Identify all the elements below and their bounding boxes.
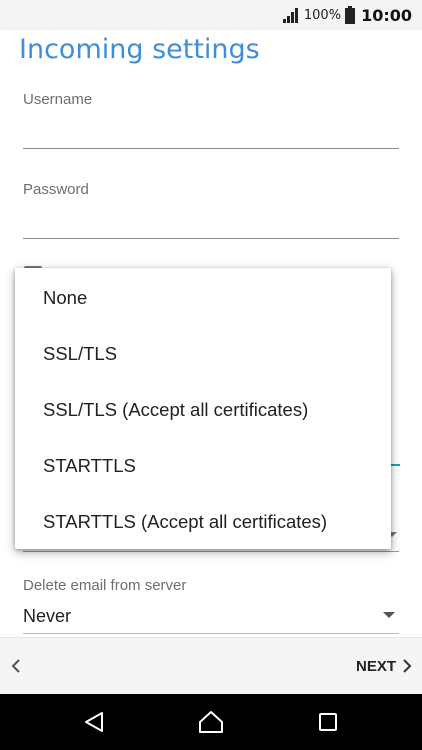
menu-item-starttls[interactable]: STARTTLS [15,438,391,494]
nav-recents-button[interactable] [312,706,344,738]
next-label: NEXT [355,657,396,675]
username-label: Username [23,91,93,108]
password-label: Password [23,181,89,198]
menu-item-none[interactable]: None [15,270,391,326]
signal-icon [282,8,298,23]
wizard-bar: NEXT [0,637,422,695]
back-button[interactable] [4,652,28,680]
chevron-left-icon [11,659,20,673]
security-type-popup-menu: None SSL/TLS SSL/TLS (Accept all certifi… [15,268,391,549]
menu-item-ssl-tls-accept-all[interactable]: SSL/TLS (Accept all certificates) [15,382,391,438]
nav-back-button[interactable] [78,706,110,738]
username-field[interactable] [23,148,399,149]
delete-email-label: Delete email from server [23,577,187,594]
menu-item-starttls-accept-all[interactable]: STARTTLS (Accept all certificates) [15,494,391,550]
security-type-field-line [23,551,399,552]
delete-email-dropdown[interactable]: Never [23,606,71,627]
page-title: Incoming settings [19,34,260,65]
status-bar: 100% 10:00 [0,0,422,30]
menu-item-ssl-tls[interactable]: SSL/TLS [15,326,391,382]
chevron-down-icon[interactable] [383,612,395,618]
home-icon [199,711,223,733]
status-time: 10:00 [361,5,412,25]
chevron-right-icon [403,659,412,673]
back-triangle-icon [85,712,103,732]
battery-icon [345,6,356,24]
nav-home-button[interactable] [195,706,227,738]
system-nav-bar [0,694,422,750]
next-button[interactable]: NEXT [356,652,412,680]
status-indicators: 100% 10:00 [282,0,412,30]
battery-percent: 100% [303,7,342,23]
delete-email-field-line [23,633,399,634]
password-field[interactable] [23,238,399,239]
recents-square-icon [319,713,337,731]
